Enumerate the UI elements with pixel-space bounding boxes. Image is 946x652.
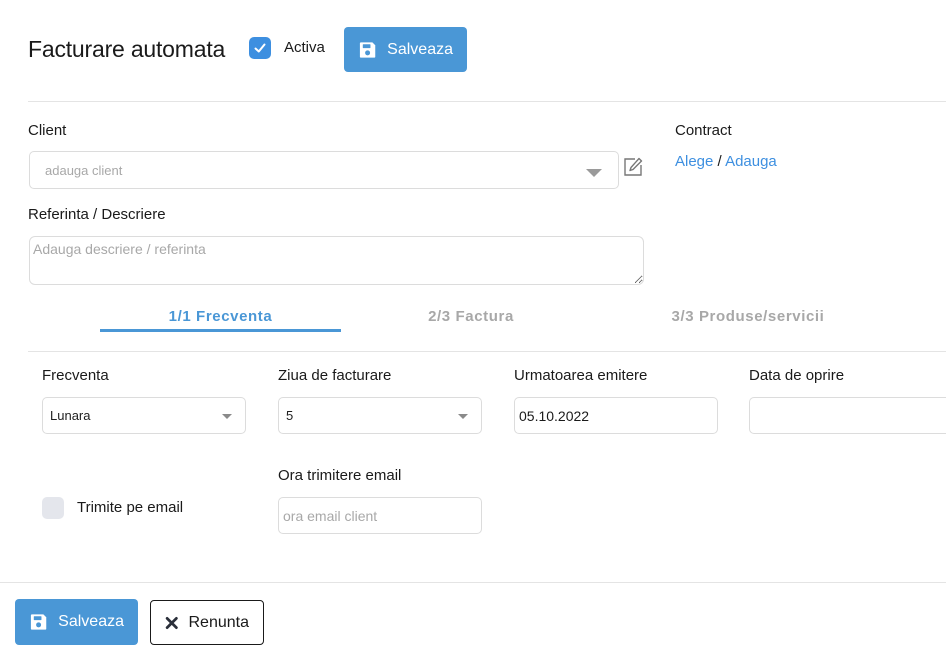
- billing-day-select[interactable]: 5: [278, 397, 482, 434]
- save-button-label: Salveaza: [58, 613, 124, 630]
- client-select[interactable]: adauga client: [29, 151, 619, 189]
- save-button[interactable]: Salveaza: [15, 599, 138, 645]
- active-label: Activa: [284, 39, 325, 56]
- billing-day-select-value: 5: [286, 408, 294, 423]
- send-email-checkbox[interactable]: [42, 497, 64, 519]
- cancel-button-label: Renunta: [188, 613, 250, 631]
- save-button-label: Salveaza: [387, 40, 453, 58]
- client-select-placeholder: adauga client: [45, 162, 123, 178]
- contract-add-link[interactable]: Adauga: [725, 153, 777, 170]
- contract-label: Contract: [675, 122, 732, 139]
- tab-frequency-underline: [100, 329, 341, 332]
- billing-day-label: Ziua de facturare: [278, 367, 392, 384]
- floppy-disk-icon: [359, 41, 376, 58]
- tabs-divider: [28, 351, 946, 352]
- edit-icon[interactable]: [622, 156, 644, 178]
- cancel-button[interactable]: Renunta: [150, 600, 264, 645]
- next-issue-label: Urmatoarea emitere: [514, 367, 648, 384]
- frequency-label: Frecventa: [42, 367, 109, 384]
- frequency-select[interactable]: Lunara: [42, 397, 246, 434]
- client-label: Client: [28, 122, 67, 139]
- checkmark-icon: [254, 43, 266, 53]
- header-divider: [28, 101, 946, 102]
- frequency-select-value: Lunara: [50, 408, 91, 423]
- chevron-down-icon: [458, 414, 468, 419]
- tab-invoice[interactable]: 2/3 Factura: [351, 308, 591, 325]
- email-time-input[interactable]: [278, 497, 482, 534]
- email-time-label: Ora trimitere email: [278, 467, 402, 484]
- reference-label: Referinta / Descriere: [28, 206, 166, 223]
- close-icon: [165, 616, 178, 629]
- next-issue-input[interactable]: [514, 397, 718, 434]
- footer-divider: [0, 582, 946, 583]
- floppy-disk-icon: [30, 614, 47, 630]
- contract-choose-link[interactable]: Alege: [675, 153, 713, 170]
- contract-links: Alege / Adauga: [675, 153, 777, 170]
- stop-date-input[interactable]: [749, 397, 946, 434]
- stop-date-label: Data de oprire: [749, 367, 845, 384]
- contract-separator: /: [717, 153, 722, 170]
- page-title: Facturare automata: [28, 36, 226, 62]
- reference-textarea[interactable]: [29, 236, 644, 285]
- chevron-down-icon: [222, 414, 232, 419]
- tab-frequency[interactable]: 1/1 Frecventa: [100, 308, 341, 325]
- tab-products-services[interactable]: 3/3 Produse/servicii: [628, 308, 868, 325]
- active-checkbox[interactable]: [249, 37, 271, 59]
- send-email-label: Trimite pe email: [77, 499, 184, 516]
- save-button-top[interactable]: Salveaza: [344, 27, 467, 72]
- chevron-down-icon: [586, 169, 602, 177]
